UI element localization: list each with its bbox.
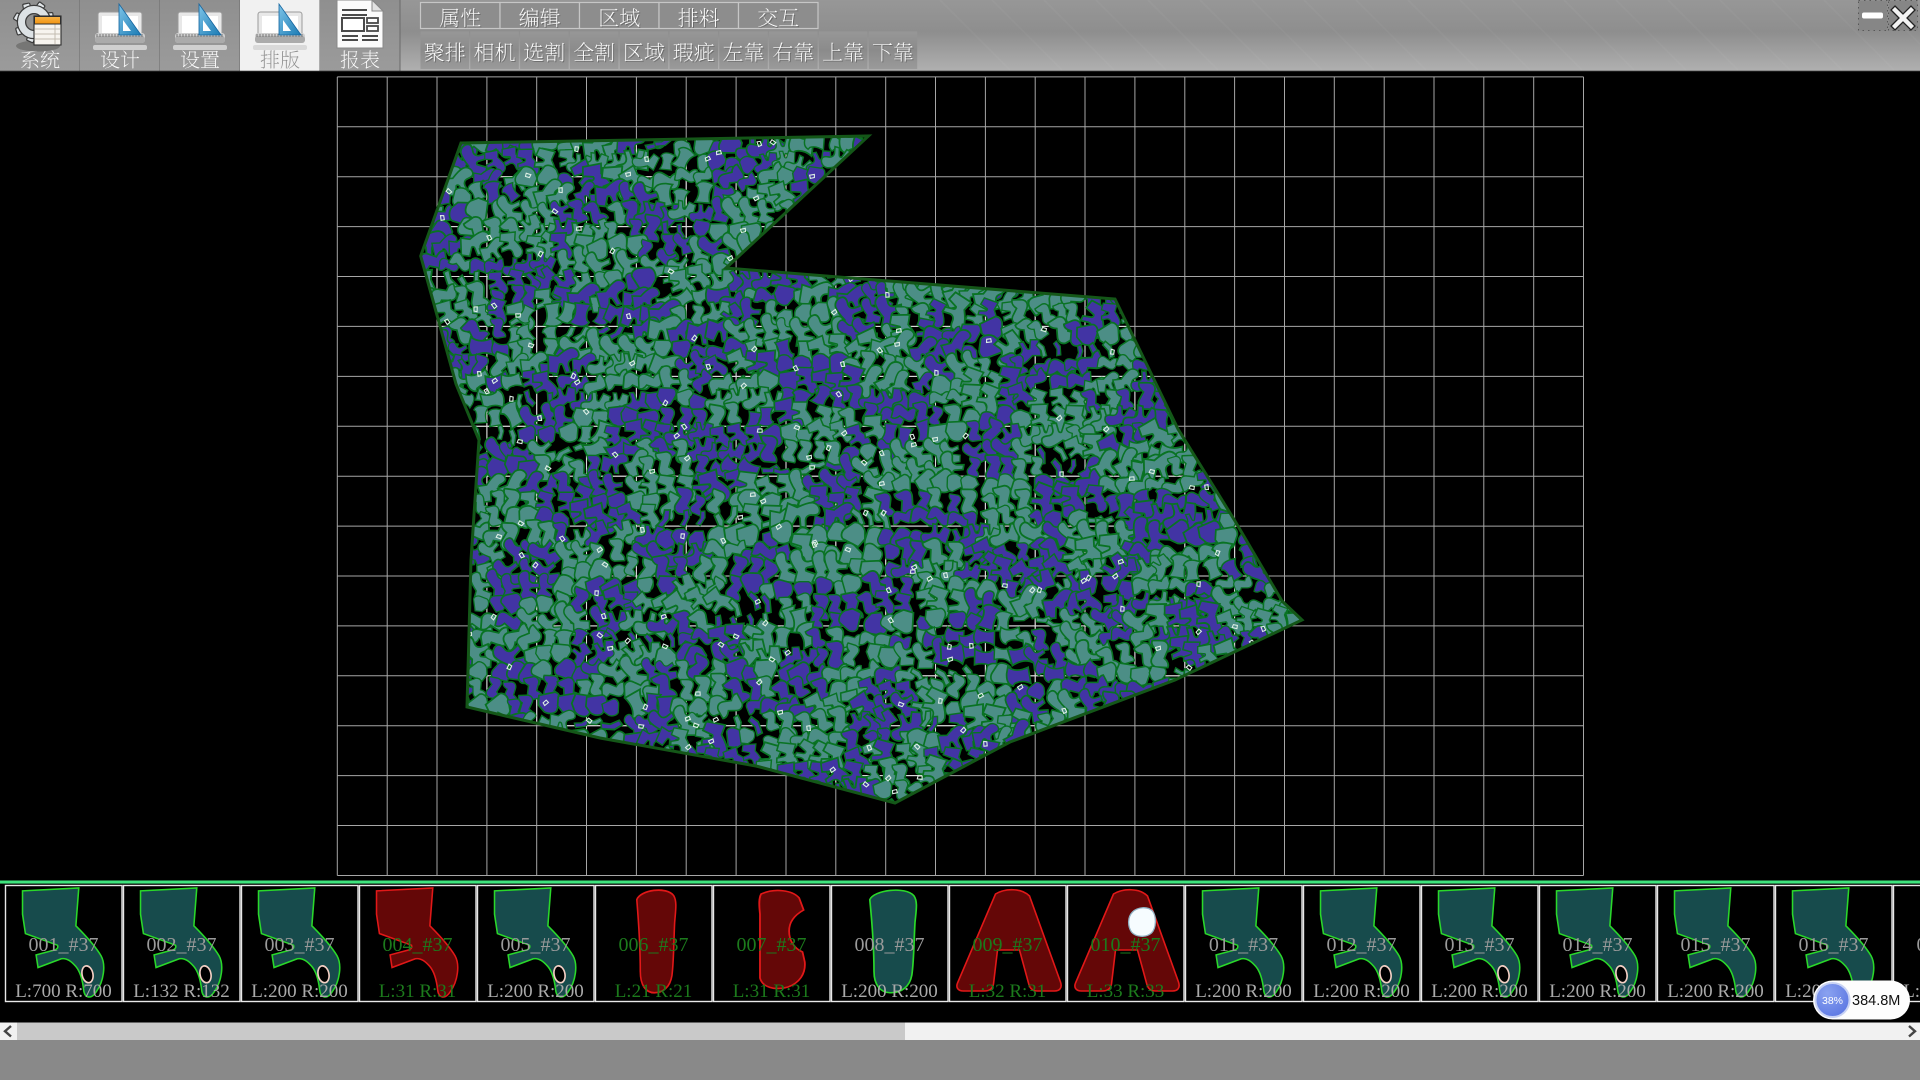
svg-text:017_#37: 017_#37: [1917, 934, 1920, 956]
svg-text:L:31 R:31: L:31 R:31: [379, 981, 457, 1002]
svg-text:L:21 R:21: L:21 R:21: [615, 981, 693, 1002]
svg-text:007_#37: 007_#37: [737, 934, 807, 956]
svg-text:011_#37: 011_#37: [1209, 934, 1278, 956]
svg-text:L:200 R:200: L:200 R:200: [1195, 981, 1292, 1002]
svg-text:L:32 R:31: L:32 R:31: [969, 981, 1047, 1002]
svg-text:L:200 R:200: L:200 R:200: [841, 981, 938, 1002]
svg-text:015_#37: 015_#37: [1681, 934, 1751, 956]
svg-text:014_#37: 014_#37: [1563, 934, 1633, 956]
svg-text:384.8M: 384.8M: [1852, 993, 1900, 1009]
svg-text:L:700 R:700: L:700 R:700: [15, 981, 112, 1002]
svg-text:005_#37: 005_#37: [501, 934, 571, 956]
svg-text:008_#37: 008_#37: [855, 934, 925, 956]
svg-text:004_#37: 004_#37: [383, 934, 453, 956]
svg-text:013_#37: 013_#37: [1445, 934, 1515, 956]
svg-text:L:200 R:200: L:200 R:200: [1431, 981, 1528, 1002]
svg-text:L:200 R:200: L:200 R:200: [1313, 981, 1410, 1002]
svg-text:L:33 R:33: L:33 R:33: [1087, 981, 1165, 1002]
svg-text:006_#37: 006_#37: [619, 934, 689, 956]
svg-text:L:200 R:200: L:200 R:200: [251, 981, 348, 1002]
svg-text:L:31 R:31: L:31 R:31: [733, 981, 811, 1002]
svg-text:L:132 R:132: L:132 R:132: [133, 981, 230, 1002]
svg-text:001_#37: 001_#37: [29, 934, 99, 956]
svg-text:010_#37: 010_#37: [1091, 934, 1161, 956]
svg-text:38%: 38%: [1822, 995, 1843, 1007]
svg-text:009_#37: 009_#37: [973, 934, 1043, 956]
svg-text:L:200 R:200: L:200 R:200: [1667, 981, 1764, 1002]
svg-text:L:200 R:200: L:200 R:200: [487, 981, 584, 1002]
svg-text:016_#37: 016_#37: [1799, 934, 1869, 956]
svg-text:012_#37: 012_#37: [1327, 934, 1397, 956]
svg-text:003_#37: 003_#37: [265, 934, 335, 956]
svg-text:L:200 R:200: L:200 R:200: [1549, 981, 1646, 1002]
svg-text:002_#37: 002_#37: [147, 934, 217, 956]
